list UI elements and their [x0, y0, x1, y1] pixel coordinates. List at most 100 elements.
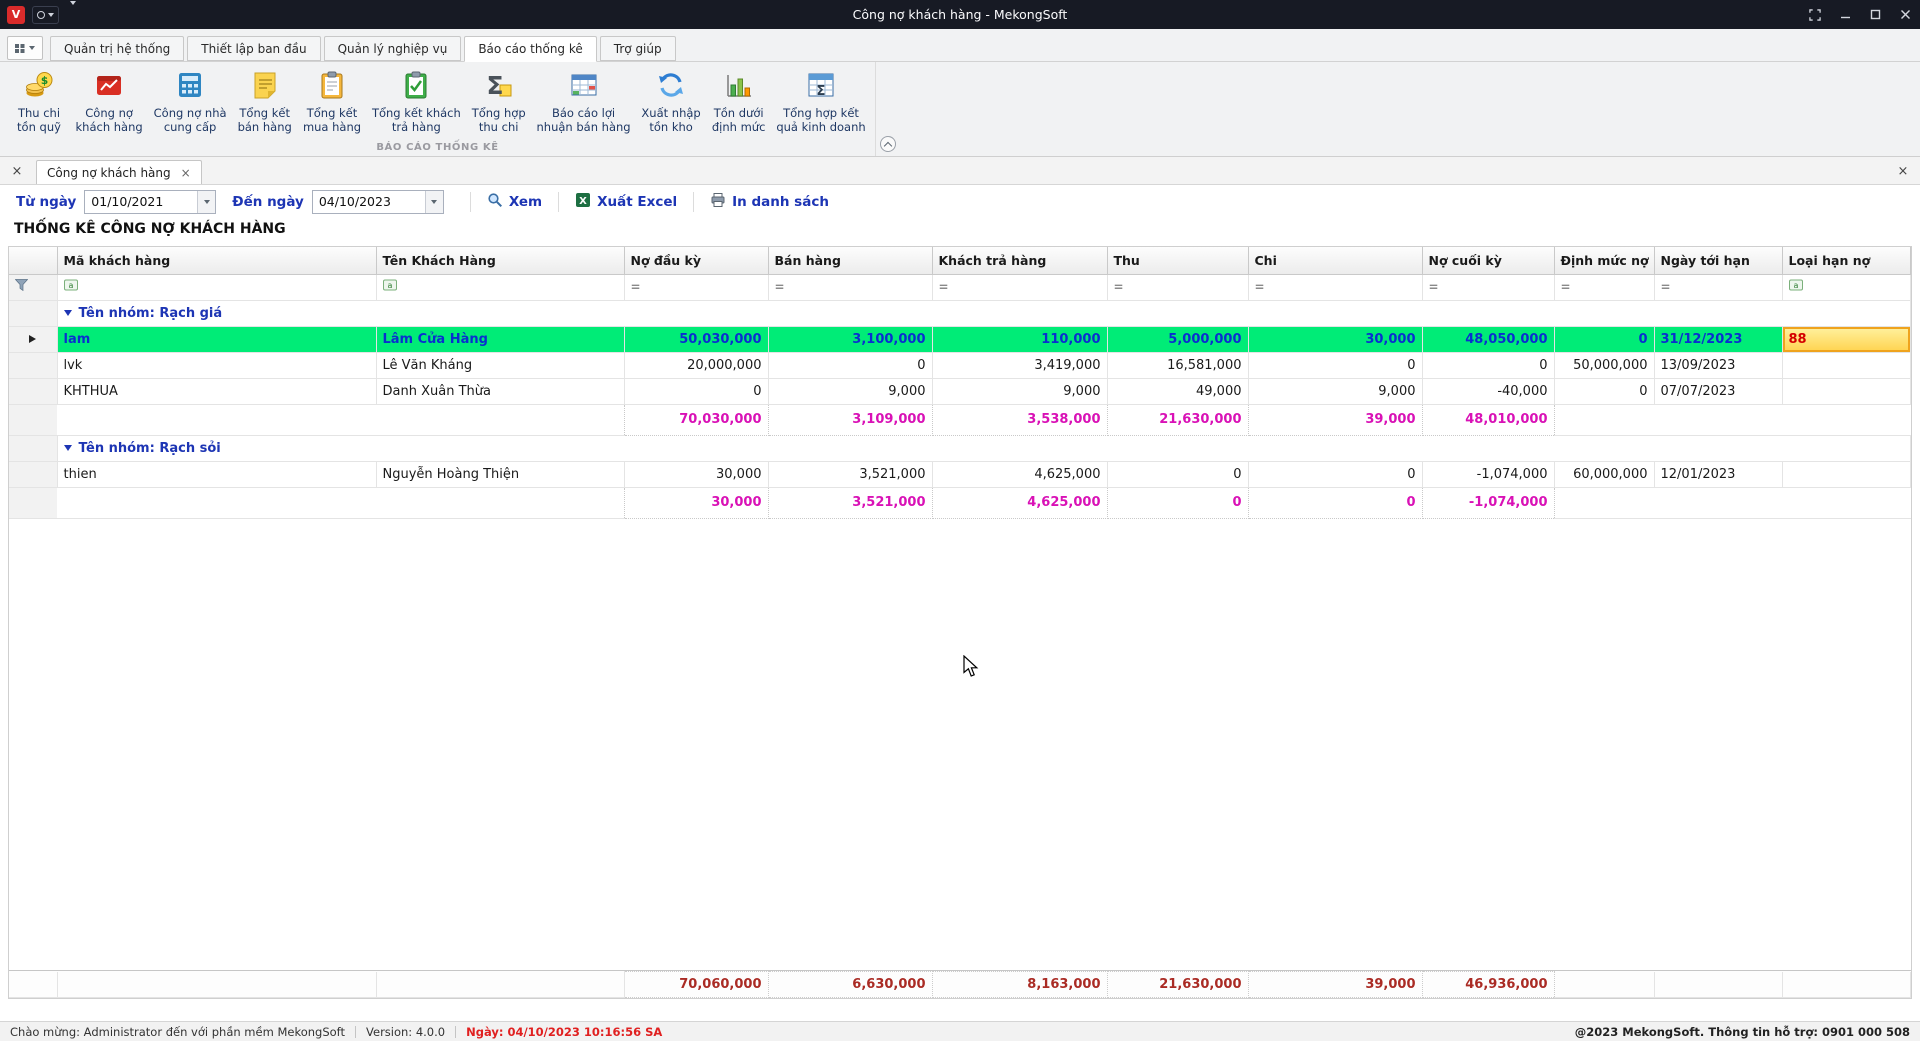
cell[interactable]: 60,000,000 — [1554, 461, 1654, 487]
cell[interactable]: 50,000,000 — [1554, 352, 1654, 378]
quick-access-customize-button[interactable] — [66, 6, 80, 24]
filter-cell[interactable]: a — [376, 274, 624, 300]
group-header-cell[interactable]: Tên nhóm: Rạch sỏi — [57, 435, 1911, 461]
ribbon-button-tong-ket-mua-hang[interactable]: Tổng kếtmua hàng — [297, 66, 366, 136]
cell[interactable]: Danh Xuân Thừa — [376, 378, 624, 404]
cell[interactable]: 0 — [768, 352, 932, 378]
table-row-thien[interactable]: thien Nguyễn Hoàng Thiện 30,000 3,521,00… — [9, 461, 1911, 487]
cell[interactable]: 9,000 — [932, 378, 1107, 404]
cell[interactable]: 0 — [1107, 461, 1248, 487]
ribbon-button-ton-duoi-dinh-muc[interactable]: Tồn dướiđịnh mức — [706, 66, 771, 136]
cell[interactable]: 0 — [1554, 378, 1654, 404]
to-date-input[interactable] — [313, 191, 425, 213]
to-date-dropdown-button[interactable] — [425, 191, 443, 213]
cell[interactable]: lvk — [57, 352, 376, 378]
cell[interactable]: KHTHUA — [57, 378, 376, 404]
column-header-ban-hang[interactable]: Bán hàng — [768, 247, 932, 274]
cell[interactable]: thien — [57, 461, 376, 487]
ribbon-button-tong-ket-khach-tra-hang[interactable]: Tổng kết kháchtrả hàng — [367, 66, 466, 136]
cell[interactable]: 30,000 — [624, 461, 768, 487]
column-header-ngay-toi-han[interactable]: Ngày tới hạn — [1654, 247, 1782, 274]
maximize-button[interactable] — [1860, 0, 1890, 29]
ribbon-button-cong-no-khach-hang[interactable]: Công nợkhách hàng — [70, 66, 148, 136]
row-header[interactable] — [9, 352, 57, 378]
cell[interactable]: 0 — [1248, 461, 1422, 487]
ribbon-button-xuat-nhap-ton-kho[interactable]: Xuất nhậptồn kho — [636, 66, 706, 136]
focused-cell[interactable]: 88 — [1782, 326, 1911, 352]
cell[interactable]: 50,030,000 — [624, 326, 768, 352]
filter-cell[interactable] — [624, 274, 768, 300]
cell[interactable]: 9,000 — [768, 378, 932, 404]
row-header-corner[interactable] — [9, 247, 57, 274]
print-list-button[interactable]: In danh sách — [704, 189, 835, 215]
filter-cell[interactable]: a — [1782, 274, 1911, 300]
filter-cell[interactable] — [932, 274, 1107, 300]
from-date-input[interactable] — [85, 191, 197, 213]
mekongsoft-logo-icon[interactable]: V — [7, 6, 25, 24]
to-date-picker[interactable] — [312, 190, 444, 214]
ribbon-tab-quan-tri-he-thong[interactable]: Quản trị hệ thống — [50, 36, 184, 61]
filter-cell[interactable]: a — [57, 274, 376, 300]
cell[interactable]: -40,000 — [1422, 378, 1554, 404]
row-header[interactable] — [9, 300, 57, 326]
ribbon-tab-tro-giup[interactable]: Trợ giúp — [600, 36, 676, 61]
cell[interactable]: 16,581,000 — [1107, 352, 1248, 378]
row-header[interactable] — [9, 378, 57, 404]
filter-cell[interactable] — [1422, 274, 1554, 300]
ribbon-tab-quan-ly-nghiep-vu[interactable]: Quản lý nghiệp vụ — [324, 36, 462, 61]
from-date-picker[interactable] — [84, 190, 216, 214]
filter-cell[interactable] — [1554, 274, 1654, 300]
close-button[interactable] — [1890, 0, 1920, 29]
table-row-lam[interactable]: lam Lâm Cửa Hàng 50,030,000 3,100,000 11… — [9, 326, 1911, 352]
cell[interactable]: Nguyễn Hoàng Thiện — [376, 461, 624, 487]
column-header-chi[interactable]: Chi — [1248, 247, 1422, 274]
row-header[interactable] — [9, 326, 57, 352]
document-tab-cong-no-khach-hang[interactable]: Công nợ khách hàng — [36, 160, 202, 184]
cell[interactable]: 3,419,000 — [932, 352, 1107, 378]
cell[interactable]: 3,100,000 — [768, 326, 932, 352]
cell[interactable]: 0 — [1422, 352, 1554, 378]
cell[interactable]: 5,000,000 — [1107, 326, 1248, 352]
ribbon-button-tong-ket-ban-hang[interactable]: Tổng kếtbán hàng — [232, 66, 297, 136]
filter-cell[interactable] — [1107, 274, 1248, 300]
column-header-thu[interactable]: Thu — [1107, 247, 1248, 274]
cell[interactable] — [1782, 352, 1911, 378]
tab-close-icon[interactable] — [181, 166, 191, 180]
column-header-no-dau-ky[interactable]: Nợ đầu kỳ — [624, 247, 768, 274]
cell[interactable]: 0 — [1248, 352, 1422, 378]
cell[interactable]: 0 — [624, 378, 768, 404]
cell[interactable]: Lâm Cửa Hàng — [376, 326, 624, 352]
column-header-loai-han-no[interactable]: Loại hạn nợ — [1782, 247, 1911, 274]
cell[interactable]: 4,625,000 — [932, 461, 1107, 487]
ribbon-button-tong-hop-ket-qua-kinh-doanh[interactable]: Σ Tổng hợp kếtquả kinh doanh — [771, 66, 871, 136]
cell[interactable]: 9,000 — [1248, 378, 1422, 404]
cell[interactable]: Lê Văn Kháng — [376, 352, 624, 378]
collapse-arrow-icon[interactable] — [64, 310, 72, 316]
filter-cell[interactable] — [768, 274, 932, 300]
cell[interactable]: 49,000 — [1107, 378, 1248, 404]
table-row-khthua[interactable]: KHTHUA Danh Xuân Thừa 0 9,000 9,000 49,0… — [9, 378, 1911, 404]
ribbon-button-tong-hop-thu-chi[interactable]: Σ Tổng hợpthu chi — [466, 66, 531, 136]
filter-cell[interactable] — [1248, 274, 1422, 300]
ribbon-button-thu-chi-ton-quy[interactable]: $ Thu chitồn quỹ — [8, 66, 70, 136]
cell[interactable]: 48,050,000 — [1422, 326, 1554, 352]
export-excel-button[interactable]: X Xuất Excel — [569, 189, 683, 215]
cell[interactable]: 30,000 — [1248, 326, 1422, 352]
filter-cell[interactable] — [1654, 274, 1782, 300]
ribbon-tab-bao-cao-thong-ke[interactable]: Báo cáo thống kê — [464, 36, 596, 62]
close-document-button[interactable] — [1892, 160, 1914, 182]
cell[interactable]: 3,521,000 — [768, 461, 932, 487]
cell[interactable]: 20,000,000 — [624, 352, 768, 378]
column-header-ma-khach-hang[interactable]: Mã khách hàng — [57, 247, 376, 274]
cell[interactable]: 07/07/2023 — [1654, 378, 1782, 404]
view-button[interactable]: Xem — [481, 189, 548, 215]
close-all-tabs-button[interactable] — [6, 160, 28, 182]
ribbon-button-bao-cao-loi-nhuan-ban-hang[interactable]: Báo cáo lợinhuận bán hàng — [531, 66, 636, 136]
row-header[interactable] — [9, 435, 57, 461]
cell[interactable]: 0 — [1554, 326, 1654, 352]
quick-access-button[interactable] — [32, 6, 59, 24]
column-header-ten-khach-hang[interactable]: Tên Khách Hàng — [376, 247, 624, 274]
filter-row-header[interactable] — [9, 274, 57, 300]
fullscreen-button[interactable] — [1800, 0, 1830, 29]
collapse-arrow-icon[interactable] — [64, 445, 72, 451]
